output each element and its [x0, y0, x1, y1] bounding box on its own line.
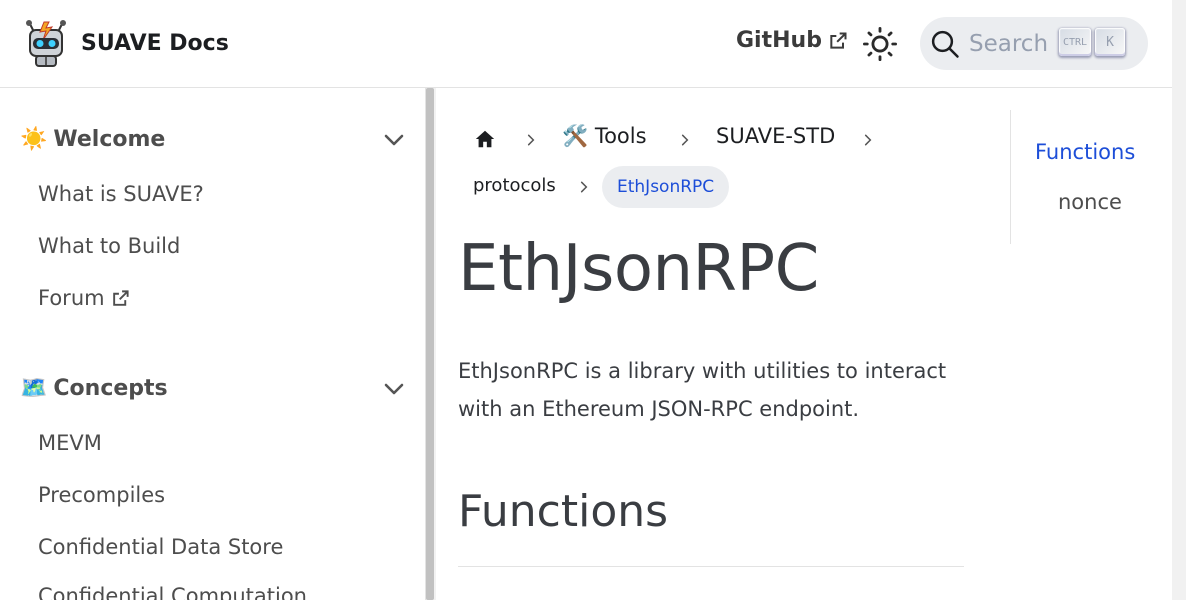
toc-item-nonce[interactable]: nonce — [1058, 190, 1122, 214]
kbd-k: K — [1095, 28, 1125, 56]
sidebar-item-what-is-suave[interactable]: What is SUAVE? — [38, 182, 204, 206]
sidebar-category-concepts[interactable]: 🗺️ Concepts — [20, 368, 412, 408]
sidebar-item-label: Forum — [38, 286, 105, 310]
home-icon[interactable] — [474, 128, 496, 150]
chevron-down-icon[interactable] — [382, 377, 406, 401]
category-label: Concepts — [53, 375, 168, 401]
sidebar-item-forum[interactable]: Forum — [38, 286, 130, 310]
kbd-ctrl: CTRL — [1059, 28, 1091, 56]
sidebar-item-confidential-computation[interactable]: Confidential Computation — [38, 584, 307, 600]
search-icon — [931, 30, 959, 58]
table-of-contents: Functions nonce — [1010, 110, 1160, 244]
navbar: SUAVE Docs GitHub Search CTRL K — [0, 0, 1172, 88]
category-emoji: 🗺️ — [20, 375, 48, 401]
sidebar-scrollbar-thumb[interactable] — [426, 88, 434, 600]
category-label: Welcome — [53, 126, 166, 152]
sidebar-item-precompiles[interactable]: Precompiles — [38, 483, 165, 507]
brand-title: SUAVE Docs — [81, 30, 229, 56]
search-placeholder: Search — [969, 30, 1049, 57]
page-scrollbar[interactable] — [1172, 0, 1186, 600]
sidebar-item-what-to-build[interactable]: What to Build — [38, 234, 180, 258]
chevron-right-icon — [580, 181, 588, 193]
github-label: GitHub — [736, 28, 822, 53]
section-heading-functions: Functions — [458, 486, 669, 537]
sun-icon — [863, 27, 897, 61]
sidebar-item-confidential-data-store[interactable]: Confidential Data Store — [38, 535, 283, 559]
page-title: EthJsonRPC — [458, 232, 819, 306]
sidebar-category-welcome[interactable]: ☀️ Welcome — [20, 119, 412, 159]
external-link-icon — [112, 289, 129, 306]
sidebar-item-mevm[interactable]: MEVM — [38, 431, 102, 455]
page-intro: EthJsonRPC is a library with utilities t… — [458, 359, 947, 421]
breadcrumb-item-active: EthJsonRPC — [602, 166, 730, 208]
breadcrumb-item-protocols[interactable]: protocols — [473, 175, 556, 196]
search-button[interactable]: Search CTRL K — [920, 17, 1148, 70]
robot-logo-icon — [26, 20, 66, 67]
chevron-right-icon — [864, 134, 872, 146]
external-link-icon — [830, 32, 847, 49]
chevron-right-icon — [527, 134, 535, 146]
chevron-right-icon — [681, 134, 689, 146]
category-emoji: ☀️ — [20, 126, 48, 152]
toc-item-functions[interactable]: Functions — [1035, 140, 1135, 164]
sidebar-scrollbar[interactable] — [426, 88, 436, 600]
github-link[interactable]: GitHub — [736, 28, 848, 53]
sidebar: ☀️ Welcome What is SUAVE? What to Build … — [0, 88, 426, 600]
divider — [458, 566, 964, 567]
breadcrumb-item-suave-std[interactable]: SUAVE-STD — [716, 124, 835, 148]
theme-toggle-button[interactable] — [860, 24, 900, 64]
chevron-down-icon[interactable] — [382, 128, 406, 152]
breadcrumb-item-tools[interactable]: 🛠️ Tools — [562, 124, 647, 149]
brand-link[interactable]: SUAVE Docs — [22, 18, 229, 68]
